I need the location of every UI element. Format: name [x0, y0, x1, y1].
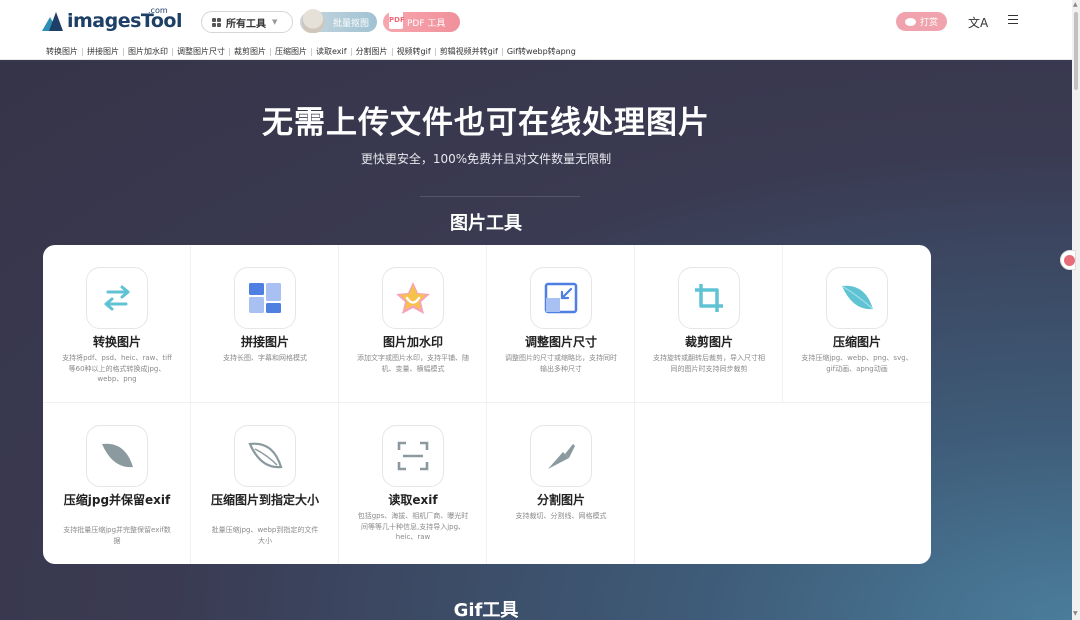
tool-desc: 支持批量压缩jpg并完整保留exif数据 [63, 526, 171, 545]
hamburger-icon[interactable] [1008, 15, 1018, 24]
pdf-tools-label: PDF 工具 [407, 18, 446, 29]
subnav-item[interactable]: 调整图片尺寸 [173, 46, 229, 57]
pdf-icon: PDF [389, 11, 405, 29]
tool-desc: 添加文字或图片水印，支持平铺、随机、变量、横幅模式 [357, 354, 469, 373]
tool-desc: 支持将pdf、psd、heic、raw、tiff等60种以上的格式转换成jpg、… [62, 354, 172, 383]
logo-com: .com [148, 6, 168, 15]
subnav-item[interactable]: 读取exif [312, 46, 351, 57]
swap-arrows-icon [86, 267, 148, 329]
tool-read-exif[interactable]: 读取exif 包括gps、海拔、相机厂商、曝光时间等等几十种信息,支持导入jpg… [339, 403, 487, 564]
tool-resize-image[interactable]: 调整图片尺寸 调整图片的尺寸或缩略比，支持同时输出多种尺寸 [487, 245, 635, 403]
tool-crop-image[interactable]: 裁剪图片 支持旋转或翻转后裁剪，导入尺寸相同的图片时支持同步裁剪 [635, 245, 783, 403]
all-tools-dropdown[interactable]: 所有工具 ▼ [201, 11, 293, 33]
knife-icon [530, 425, 592, 487]
subnav-item[interactable]: 拼接图片 [83, 46, 123, 57]
crop-icon [678, 267, 740, 329]
tip-label: 打赏 [919, 18, 938, 28]
page-scrollbar[interactable] [1072, 0, 1080, 620]
tools-subnav: 转换图片 拼接图片 图片加水印 调整图片尺寸 裁剪图片 压缩图片 读取exif … [46, 46, 580, 57]
subnav-item[interactable]: 转换图片 [46, 46, 82, 57]
tool-desc: 包括gps、海拔、相机厂商、曝光时间等等几十种信息,支持导入jpg、heic、r… [357, 512, 469, 541]
tool-desc: 支持压缩jpg、webp、png、svg、gif动画、apng动画 [801, 354, 913, 373]
leaf-gray-icon [86, 425, 148, 487]
image-tools-heading: 图片工具 [450, 213, 522, 234]
cat-icon [302, 9, 324, 33]
scan-icon [382, 425, 444, 487]
tool-name: 裁剪图片 [684, 335, 733, 349]
divider [420, 196, 580, 197]
star-watermark-icon [382, 267, 444, 329]
translate-icon[interactable]: 文A [968, 14, 988, 31]
tool-desc: 调整图片的尺寸或缩略比，支持同时输出多种尺寸 [505, 354, 617, 373]
subnav-item[interactable]: 分割图片 [352, 46, 392, 57]
tool-name: 图片加水印 [382, 335, 443, 349]
subnav-item[interactable]: Gif转webp转apng [503, 46, 580, 57]
tool-desc: 支持旋转或翻转后裁剪，导入尺寸相同的图片时支持同步裁剪 [653, 354, 765, 373]
top-navbar: imagesTool .com 所有工具 ▼ 批量抠图 PDF PDF 工具 打… [0, 0, 1072, 60]
scroll-top-icon [1064, 255, 1075, 266]
tip-button[interactable]: 打赏 [896, 12, 947, 31]
batch-cutout-button[interactable]: 批量抠图 [300, 9, 377, 33]
pdf-tools-button[interactable]: PDF PDF 工具 [383, 11, 460, 32]
tool-split-image[interactable]: 分割图片 支持裁切、分割线、网格模式 [487, 403, 635, 564]
all-tools-label: 所有工具 [226, 18, 266, 30]
batch-cutout-label: 批量抠图 [332, 18, 369, 29]
subnav-item[interactable]: 裁剪图片 [230, 46, 270, 57]
caret-down-icon: ▼ [272, 18, 278, 26]
tool-compress-jpg-exif[interactable]: 压缩jpg并保留exif 支持批量压缩jpg并完整保留exif数据 [43, 403, 191, 564]
site-logo[interactable]: imagesTool .com [42, 6, 182, 33]
scroll-up-arrow-icon[interactable]: ▲ [1073, 1, 1078, 8]
tool-name: 拼接图片 [240, 335, 289, 349]
tool-stitch-image[interactable]: 拼接图片 支持长图、字幕和网格模式 [191, 245, 339, 403]
tool-name: 读取exif [388, 493, 438, 507]
tool-name: 压缩jpg并保留exif [63, 493, 171, 507]
tool-compress-to-size[interactable]: 压缩图片到指定大小 批量压缩jpg、webp到指定的文件大小 [191, 403, 339, 564]
side-float-button[interactable] [1060, 250, 1076, 270]
tool-name: 压缩图片到指定大小 [210, 493, 319, 507]
logo-mountain-icon [42, 11, 64, 31]
tool-name: 转换图片 [92, 335, 141, 349]
tool-name: 分割图片 [536, 493, 585, 507]
hero-title: 无需上传文件也可在线处理图片 [262, 105, 710, 141]
layout-grid-icon [234, 267, 296, 329]
tool-name: 调整图片尺寸 [524, 335, 597, 349]
tool-watermark[interactable]: 图片加水印 添加文字或图片水印，支持平铺、随机、变量、横幅模式 [339, 245, 487, 403]
gif-tools-heading: Gif工具 [453, 600, 519, 620]
subnav-item[interactable]: 压缩图片 [271, 46, 311, 57]
hero-subtitle: 更快更安全，100%免费并且对文件数量无限制 [360, 152, 612, 166]
wechat-icon [904, 17, 916, 26]
tool-name: 压缩图片 [832, 335, 881, 349]
scroll-down-arrow-icon[interactable]: ▼ [1073, 610, 1078, 617]
scroll-thumb[interactable] [1074, 12, 1078, 90]
subnav-item[interactable]: 剪辑视频并转gif [436, 46, 502, 57]
image-tools-card: 转换图片 支持将pdf、psd、heic、raw、tiff等60种以上的格式转换… [43, 245, 931, 564]
tool-desc: 支持长图、字幕和网格模式 [223, 354, 307, 362]
subnav-item[interactable]: 视频转gif [393, 46, 435, 57]
tool-compress-image[interactable]: 压缩图片 支持压缩jpg、webp、png、svg、gif动画、apng动画 [783, 245, 931, 403]
grid-icon [212, 17, 221, 27]
leaf-icon [826, 267, 888, 329]
resize-icon [530, 267, 592, 329]
subnav-item[interactable]: 图片加水印 [124, 46, 172, 57]
leaf-outline-icon [234, 425, 296, 487]
tool-desc: 支持裁切、分割线、网格模式 [515, 512, 607, 520]
tool-convert-image[interactable]: 转换图片 支持将pdf、psd、heic、raw、tiff等60种以上的格式转换… [43, 245, 191, 403]
tool-desc: 批量压缩jpg、webp到指定的文件大小 [211, 526, 319, 545]
